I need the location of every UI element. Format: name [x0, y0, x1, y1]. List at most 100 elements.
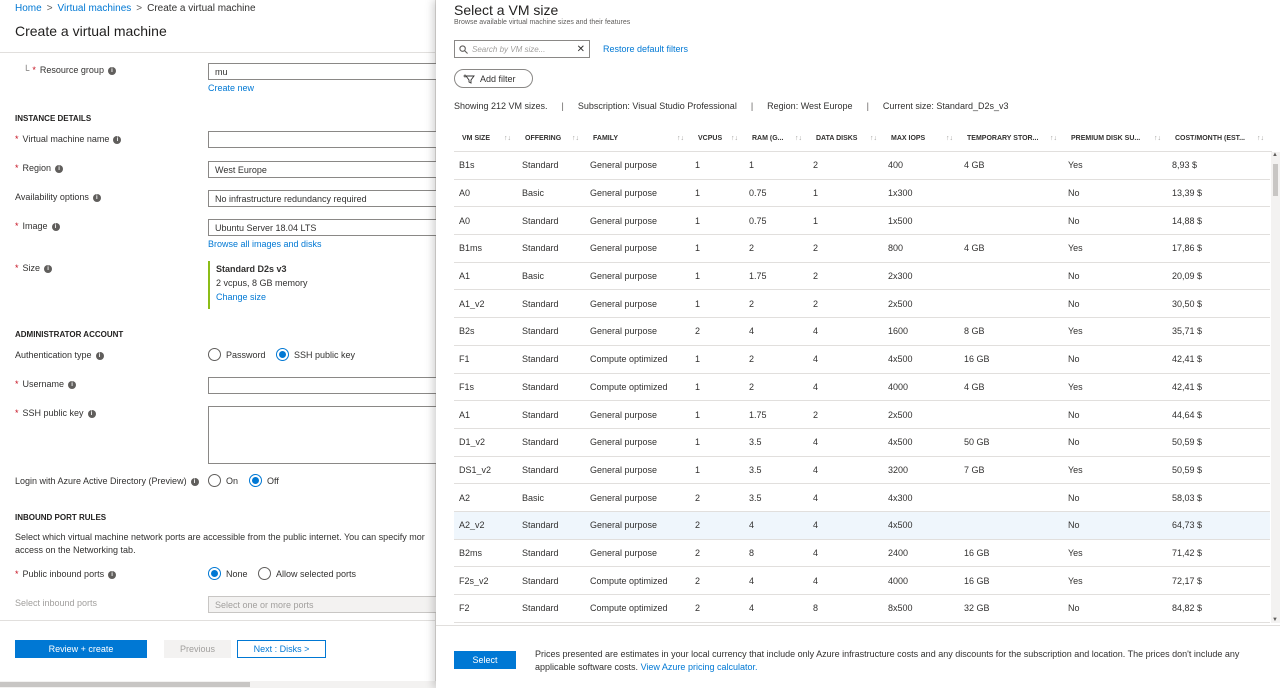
select-ports-dropdown[interactable]: Select one or more ports	[208, 596, 448, 613]
pricing-calculator-link[interactable]: View Azure pricing calculator.	[641, 662, 758, 672]
table-row[interactable]: D1_v2 Standard General purpose 1 3.5 4 4x500 50…	[454, 429, 1270, 457]
sort-icon[interactable]: ↑↓	[677, 135, 684, 142]
vm-size-blade: Select a VM size Browse available virtua…	[436, 0, 1280, 688]
sort-icon[interactable]: ↑↓	[795, 135, 802, 142]
info-icon[interactable]: i	[44, 264, 53, 273]
info-icon[interactable]: i	[190, 477, 199, 486]
info-icon[interactable]: i	[108, 570, 117, 579]
table-cell: No	[1068, 188, 1080, 199]
next-disks-button[interactable]: Next : Disks >	[237, 640, 326, 658]
breadcrumb-vms[interactable]: Virtual machines	[58, 3, 132, 14]
column-header[interactable]: MAX IOPS ↑↓	[883, 135, 959, 142]
vertical-scrollbar[interactable]: ▲ ▼	[1271, 152, 1280, 623]
horizontal-scrollbar[interactable]	[0, 681, 436, 688]
column-header[interactable]: OFFERING ↑↓	[517, 135, 585, 142]
table-cell: 1x300	[888, 188, 913, 199]
table-row[interactable]: F1 Standard Compute optimized 1 2 4 4x500 16 GB…	[454, 346, 1270, 374]
scroll-down-icon[interactable]: ▼	[1272, 617, 1278, 623]
region-select[interactable]: West Europe	[208, 161, 448, 178]
info-icon[interactable]: i	[68, 380, 77, 389]
info-icon[interactable]: i	[51, 222, 60, 231]
table-row[interactable]: F2 Standard Compute optimized 2 4 8 8x500 32 GB…	[454, 595, 1270, 623]
table-cell: 2	[695, 492, 701, 503]
table-cell: Yes	[1068, 575, 1083, 586]
table-cell: 1	[695, 354, 701, 365]
previous-button[interactable]: Previous	[164, 640, 231, 658]
sort-icon[interactable]: ↑↓	[946, 135, 953, 142]
table-row[interactable]: A0 Basic General purpose 1 0.75 1 1x300 No 13,39…	[454, 180, 1270, 208]
sort-icon[interactable]: ↑↓	[572, 135, 579, 142]
table-cell: 4	[813, 437, 819, 448]
aad-on-radio[interactable]: On	[208, 474, 238, 487]
add-filter-button[interactable]: Add filter	[454, 69, 533, 88]
column-header[interactable]: RAM (G... ↑↓	[744, 135, 808, 142]
table-row[interactable]: A2 Basic General purpose 2 3.5 4 4x300 No 58,03 …	[454, 484, 1270, 512]
table-row[interactable]: DS1_v2 Standard General purpose 1 3.5 4 3200 7 …	[454, 457, 1270, 485]
summary-bar: Showing 212 VM sizes. | Subscription: Vis…	[454, 101, 1009, 111]
vm-name-input[interactable]	[208, 131, 448, 148]
auth-ssh-radio[interactable]: SSH public key	[276, 348, 355, 361]
auth-password-radio[interactable]: Password	[208, 348, 266, 361]
table-row[interactable]: A0 Standard General purpose 1 0.75 1 1x500 No 14…	[454, 207, 1270, 236]
info-icon[interactable]: i	[113, 135, 122, 144]
sort-icon[interactable]: ↑↓	[504, 135, 511, 142]
table-row[interactable]: A2_v2 Standard General purpose 2 4 4 4x500 No 64…	[454, 511, 1270, 540]
info-icon[interactable]: i	[95, 351, 104, 360]
change-size-link[interactable]: Change size	[216, 292, 438, 302]
resource-group-select[interactable]: mu	[208, 63, 448, 80]
table-cell: 4	[813, 547, 819, 558]
column-header[interactable]: TEMPORARY STOR... ↑↓	[959, 135, 1063, 142]
instance-details-heading: INSTANCE DETAILS	[15, 114, 92, 123]
table-row[interactable]: B2s Standard General purpose 2 4 4 1600 8 GB Yes…	[454, 318, 1270, 346]
scroll-up-icon[interactable]: ▲	[1272, 152, 1278, 158]
column-header[interactable]: FAMILY ↑↓	[585, 135, 690, 142]
sort-icon[interactable]: ↑↓	[1050, 135, 1057, 142]
table-row[interactable]: A1 Basic General purpose 1 1.75 2 2x300 No 20,09…	[454, 263, 1270, 291]
public-ports-label: * Public inbound ports i	[15, 569, 117, 579]
ports-none-radio[interactable]: None	[208, 567, 248, 580]
column-header[interactable]: PREMIUM DISK SU... ↑↓	[1063, 135, 1167, 142]
search-input[interactable]: Search by VM size...	[472, 45, 577, 54]
table-cell: Compute optimized	[590, 575, 668, 586]
table-cell: 3.5	[749, 464, 762, 475]
column-header[interactable]: COST/MONTH (EST... ↑↓	[1167, 135, 1270, 142]
info-icon[interactable]: i	[55, 164, 64, 173]
info-icon[interactable]: i	[92, 193, 101, 202]
table-row[interactable]: F1s Standard Compute optimized 1 2 4 4000 4 GB Y…	[454, 374, 1270, 402]
sort-icon[interactable]: ↑↓	[731, 135, 738, 142]
select-button[interactable]: Select	[454, 651, 516, 669]
clear-icon[interactable]: ✕	[577, 44, 585, 55]
ssh-key-label: * SSH public key i	[15, 408, 96, 418]
availability-select[interactable]: No infrastructure redundancy required	[208, 190, 448, 207]
table-row[interactable]: F2s_v2 Standard Compute optimized 2 4 4 4000 16…	[454, 567, 1270, 595]
image-select[interactable]: Ubuntu Server 18.04 LTS	[208, 219, 448, 236]
table-row[interactable]: A1 Standard General purpose 1 1.75 2 2x500 No 44…	[454, 401, 1270, 429]
table-row[interactable]: B2ms Standard General purpose 2 8 4 2400 16 GB Y…	[454, 540, 1270, 568]
ssh-key-textarea[interactable]	[208, 406, 448, 464]
username-input[interactable]	[208, 377, 448, 394]
ports-allow-radio[interactable]: Allow selected ports	[258, 567, 356, 580]
review-create-button[interactable]: Review + create	[15, 640, 147, 658]
breadcrumb-home[interactable]: Home	[15, 3, 42, 14]
table-cell: B1s	[459, 160, 475, 171]
info-icon[interactable]: i	[87, 409, 96, 418]
table-cell: 8 GB	[964, 326, 985, 337]
search-box[interactable]: Search by VM size... ✕	[454, 40, 590, 58]
table-cell: Standard	[522, 464, 559, 475]
create-new-link[interactable]: Create new	[208, 83, 254, 93]
info-icon[interactable]: i	[107, 66, 116, 75]
aad-off-radio[interactable]: Off	[249, 474, 279, 487]
restore-filters-link[interactable]: Restore default filters	[603, 44, 688, 54]
column-header[interactable]: DATA DISKS ↑↓	[808, 135, 883, 142]
column-header[interactable]: VCPUS ↑↓	[690, 135, 744, 142]
sort-icon[interactable]: ↑↓	[870, 135, 877, 142]
table-cell: 4	[749, 603, 755, 614]
table-row[interactable]: B1ms Standard General purpose 1 2 2 800 4 GB Yes…	[454, 235, 1270, 263]
browse-images-link[interactable]: Browse all images and disks	[208, 239, 322, 249]
sort-icon[interactable]: ↑↓	[1154, 135, 1161, 142]
table-cell: 2	[695, 603, 701, 614]
table-row[interactable]: B1s Standard General purpose 1 1 2 400 4 GB Yes 8…	[454, 152, 1270, 180]
table-row[interactable]: A1_v2 Standard General purpose 1 2 2 2x500 No 30…	[454, 290, 1270, 319]
column-header[interactable]: VM SIZE ↑↓	[454, 135, 517, 142]
sort-icon[interactable]: ↑↓	[1257, 135, 1264, 142]
